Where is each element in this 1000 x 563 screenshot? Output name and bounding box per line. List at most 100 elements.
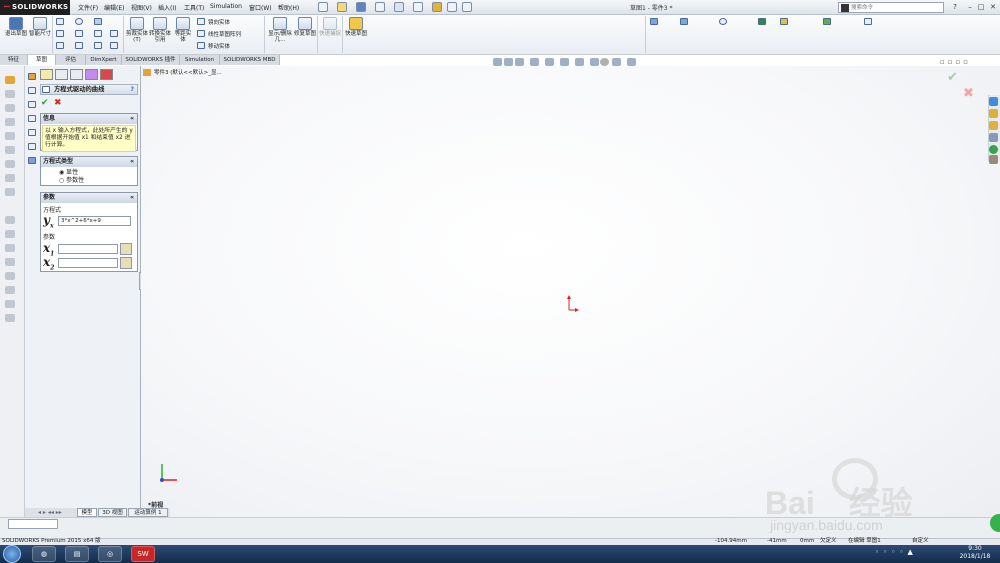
exit-sketch-button[interactable]: 退出草图 xyxy=(5,17,27,37)
tool-icon[interactable] xyxy=(28,115,36,122)
dynamic-annotation-icon[interactable] xyxy=(545,58,554,66)
menu-window[interactable]: 窗口(W) xyxy=(249,3,272,12)
tool-icon[interactable] xyxy=(5,286,15,294)
slot-icon[interactable] xyxy=(56,42,64,49)
tab-simulation[interactable]: Simulation xyxy=(180,55,220,65)
tool-icon[interactable] xyxy=(5,174,15,182)
restore-button[interactable]: □ xyxy=(976,3,986,12)
previous-view-icon[interactable] xyxy=(515,58,524,66)
collapse-icon[interactable]: « xyxy=(130,193,134,203)
menu-file[interactable]: 文件(F) xyxy=(78,3,98,12)
circle-icon[interactable] xyxy=(75,18,83,25)
tray-clock[interactable]: 9:30 2018/1/18 xyxy=(955,545,995,561)
app-logo[interactable]: ꟷ SOLIDWORKS xyxy=(0,0,70,15)
linear-pattern-icon[interactable] xyxy=(197,30,205,37)
tab-features[interactable]: 特征 xyxy=(0,55,28,65)
tab-mbd[interactable]: SOLIDWORKS MBD xyxy=(220,55,280,65)
tool-icon[interactable] xyxy=(5,188,15,196)
undo-icon[interactable] xyxy=(394,2,404,12)
mirror-label[interactable]: 镜向实体 xyxy=(208,18,230,26)
config-manager-tab-icon[interactable] xyxy=(70,69,83,80)
tool-icon[interactable] xyxy=(5,132,15,140)
radio-explicit[interactable]: ◉ 显性 xyxy=(59,169,137,177)
tab-dimxpert[interactable]: DimXpert xyxy=(86,55,122,65)
taskbar-solidworks-icon[interactable]: SW xyxy=(131,546,155,562)
polygon-icon[interactable] xyxy=(75,42,83,49)
cancel-corner-icon[interactable]: ✖ xyxy=(963,86,974,101)
arc-icon[interactable] xyxy=(75,30,83,37)
settings-icon[interactable] xyxy=(864,18,872,25)
print-icon[interactable] xyxy=(375,2,385,12)
view-tool-icon[interactable] xyxy=(650,18,658,25)
display-style-icon[interactable] xyxy=(719,18,727,25)
confirm-corner-icon[interactable]: ✔ xyxy=(947,70,958,85)
tab-3d-views[interactable]: 3D 视图 xyxy=(98,508,127,517)
custom-properties-icon[interactable] xyxy=(989,155,998,164)
command-input[interactable] xyxy=(8,519,58,529)
save-icon[interactable] xyxy=(356,2,366,12)
mirror-icon[interactable] xyxy=(197,18,205,25)
tab-model[interactable]: 模型 xyxy=(77,508,97,517)
spline-icon[interactable] xyxy=(94,18,102,25)
view-orient-icon[interactable] xyxy=(680,18,688,25)
tool-icon[interactable] xyxy=(5,258,15,266)
ok-button[interactable]: ✔ xyxy=(41,98,49,108)
tool-icon[interactable] xyxy=(5,300,15,308)
view-settings-icon[interactable] xyxy=(627,58,636,66)
options-icon[interactable] xyxy=(462,2,472,12)
file-props-icon[interactable] xyxy=(447,2,457,12)
trim-button[interactable]: 剪裁实体(T) xyxy=(126,17,148,43)
zoom-to-fit-icon[interactable] xyxy=(493,58,502,66)
tab-motion-study[interactable]: 运动算例 1 xyxy=(128,508,168,517)
appearances-icon[interactable] xyxy=(989,145,998,154)
new-icon[interactable] xyxy=(318,2,328,12)
tool-icon[interactable] xyxy=(28,157,36,164)
collapse-icon[interactable]: « xyxy=(130,114,134,124)
rapid-sketch-button[interactable]: 快速草图 xyxy=(345,17,367,37)
rectangle-icon[interactable] xyxy=(56,30,64,37)
smart-dimension-button[interactable]: 智能尺寸 xyxy=(29,17,51,37)
view-orientation-icon[interactable] xyxy=(560,58,569,66)
repair-sketch-button[interactable]: 修复草图 xyxy=(294,17,316,37)
menu-simulation[interactable]: Simulation xyxy=(210,3,242,10)
help-icon[interactable]: ? xyxy=(950,3,960,12)
move-icon[interactable] xyxy=(197,42,205,49)
tool-icon[interactable] xyxy=(5,90,15,98)
tab-addins[interactable]: SOLIDWORKS 插件 xyxy=(122,55,180,65)
tool-icon[interactable] xyxy=(28,129,36,136)
offset-entities-button[interactable]: 等距实体 xyxy=(173,17,193,43)
file-explorer-icon[interactable] xyxy=(989,121,998,130)
scene-icon[interactable] xyxy=(612,58,621,66)
tool-icon[interactable] xyxy=(5,216,15,224)
display-manager-tab-icon[interactable] xyxy=(100,69,113,80)
quick-snaps-button[interactable]: 快速捕捉 xyxy=(319,17,341,37)
radio-parametric[interactable]: ○ 参数性 xyxy=(59,177,137,185)
x1-input[interactable] xyxy=(58,244,118,254)
tool-icon[interactable] xyxy=(5,230,15,238)
open-icon[interactable] xyxy=(337,2,347,12)
property-manager-tab-icon[interactable] xyxy=(55,69,68,80)
line-icon[interactable] xyxy=(56,18,64,25)
scene-icon[interactable] xyxy=(780,18,788,25)
tool-icon[interactable] xyxy=(5,76,15,84)
linear-pattern-label[interactable]: 线性草图阵列 xyxy=(208,30,241,38)
hide-show-icon[interactable] xyxy=(590,58,599,66)
graphics-area[interactable] xyxy=(141,66,1000,517)
menu-view[interactable]: 视图(V) xyxy=(131,3,152,12)
menu-edit[interactable]: 编辑(E) xyxy=(104,3,124,12)
taskbar-browser-icon[interactable]: ◎ xyxy=(98,546,122,562)
tool-icon[interactable] xyxy=(28,73,36,80)
x2-lock-button[interactable] xyxy=(120,257,132,269)
menu-tools[interactable]: 工具(T) xyxy=(184,3,204,12)
tool-icon[interactable] xyxy=(28,101,36,108)
x2-input[interactable] xyxy=(58,258,118,268)
tool-icon[interactable] xyxy=(28,143,36,150)
tool-icon[interactable] xyxy=(5,146,15,154)
zoom-area-icon[interactable] xyxy=(504,58,513,66)
tool-icon[interactable] xyxy=(5,104,15,112)
menu-help[interactable]: 帮助(H) xyxy=(278,3,299,12)
equation-input[interactable]: 3*x^2+6*x+9 xyxy=(58,216,131,226)
plane-icon[interactable] xyxy=(94,42,102,49)
move-label[interactable]: 移动实体 xyxy=(208,42,230,50)
appearance-icon[interactable] xyxy=(758,18,766,25)
